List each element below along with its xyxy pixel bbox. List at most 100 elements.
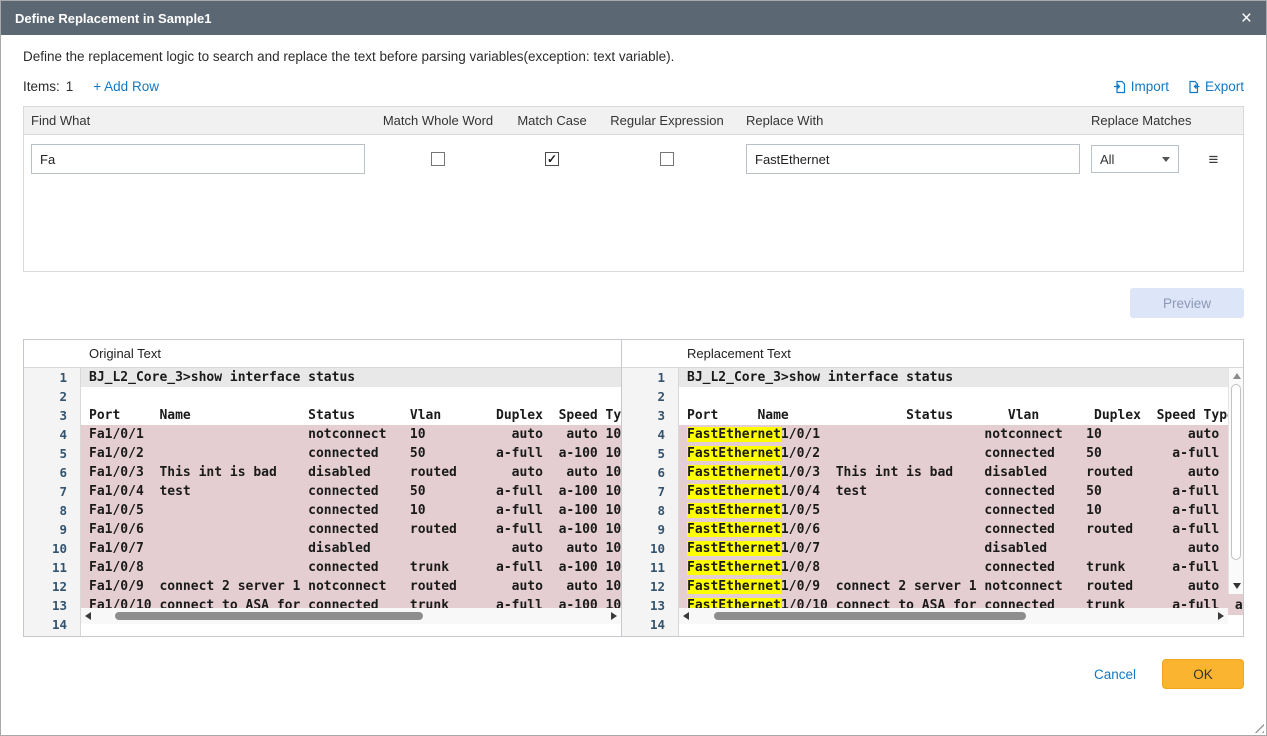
code-line: FastEthernet1/0/1 notconnect 10 auto aut… xyxy=(679,425,1243,444)
replacement-code: BJ_L2_Core_3>show interface status Port N… xyxy=(679,368,1243,636)
header-replace-matches: Replace Matches xyxy=(1084,113,1184,128)
replacement-text-title: Replacement Text xyxy=(622,340,1243,368)
cancel-button[interactable]: Cancel xyxy=(1094,667,1136,682)
line-number: 1 xyxy=(24,368,80,387)
line-number: 8 xyxy=(622,501,678,520)
items-count: 1 xyxy=(66,79,74,94)
import-button[interactable]: Import xyxy=(1113,79,1169,94)
line-number: 2 xyxy=(24,387,80,406)
export-icon xyxy=(1187,80,1201,94)
header-match-whole-word: Match Whole Word xyxy=(376,113,500,128)
close-icon[interactable]: × xyxy=(1241,9,1252,28)
line-number: 9 xyxy=(24,520,80,539)
export-button[interactable]: Export xyxy=(1187,79,1244,94)
original-text-panel: Original Text 1234567891011121314 BJ_L2_… xyxy=(24,340,622,636)
replaced-text-highlight: FastEthernet xyxy=(687,503,781,518)
code-line: BJ_L2_Core_3>show interface status xyxy=(679,368,1243,387)
code-line: FastEthernet1/0/4 test connected 50 a-fu… xyxy=(679,482,1243,501)
code-line: Fa1/0/5 connected 10 a-full a-100 10/100… xyxy=(81,501,621,520)
code-line: Port Name Status Vlan Duplex Speed Type xyxy=(679,406,1243,425)
original-horizontal-scrollbar xyxy=(81,608,621,624)
replacement-text-panel: Replacement Text 1234567891011121314 BJ_… xyxy=(622,340,1243,636)
rule-row: ✓ All ≡ xyxy=(24,135,1243,174)
line-number: 10 xyxy=(622,539,678,558)
items-label: Items: xyxy=(23,79,60,94)
code-line: Fa1/0/6 connected routed a-full a-100 10… xyxy=(81,520,621,539)
line-number: 3 xyxy=(622,406,678,425)
replaced-text-highlight: FastEthernet xyxy=(687,484,781,499)
header-replace-with: Replace With xyxy=(730,113,1084,128)
header-find-what: Find What xyxy=(24,113,376,128)
code-line: Fa1/0/4 test connected 50 a-full a-100 1… xyxy=(81,482,621,501)
replacement-text-body: 1234567891011121314 BJ_L2_Core_3>show in… xyxy=(622,368,1243,636)
import-icon xyxy=(1113,80,1127,94)
import-export-group: Import Export xyxy=(1113,79,1244,94)
line-number: 5 xyxy=(622,444,678,463)
scroll-up-icon[interactable] xyxy=(1229,370,1243,382)
match-whole-word-checkbox[interactable] xyxy=(431,152,445,166)
scrollbar-thumb[interactable] xyxy=(714,612,1027,620)
replacement-rule-table: Find What Match Whole Word Match Case Re… xyxy=(23,106,1244,272)
export-label: Export xyxy=(1205,79,1244,94)
replaced-text-highlight: FastEthernet xyxy=(687,579,781,594)
line-number: 2 xyxy=(622,387,678,406)
add-row-button[interactable]: + Add Row xyxy=(93,79,159,94)
dialog-footer: Cancel OK xyxy=(23,659,1244,689)
line-number: 4 xyxy=(622,425,678,444)
define-replacement-dialog: Define Replacement in Sample1 × Define t… xyxy=(0,0,1267,736)
original-text-body: 1234567891011121314 BJ_L2_Core_3>show in… xyxy=(24,368,621,636)
line-number: 9 xyxy=(622,520,678,539)
scroll-right-icon[interactable] xyxy=(1214,608,1228,624)
code-line: Fa1/0/9 connect 2 server 1 notconnect ro… xyxy=(81,577,621,596)
line-number: 5 xyxy=(24,444,80,463)
replace-with-input[interactable] xyxy=(746,144,1080,174)
line-number: 12 xyxy=(24,577,80,596)
resize-handle[interactable] xyxy=(1252,721,1264,733)
code-line: FastEthernet1/0/8 connected trunk a-full… xyxy=(679,558,1243,577)
toolbar: Items: 1 + Add Row Import Export xyxy=(23,79,1244,94)
scrollbar-thumb[interactable] xyxy=(115,612,422,620)
dialog-content: Define the replacement logic to search a… xyxy=(1,49,1266,689)
chevron-down-icon xyxy=(1162,157,1170,162)
ok-button[interactable]: OK xyxy=(1162,659,1244,689)
scrollbar-thumb[interactable] xyxy=(1231,384,1241,560)
preview-button[interactable]: Preview xyxy=(1130,288,1244,318)
code-line xyxy=(679,387,1243,406)
code-line: FastEthernet1/0/6 connected routed a-ful… xyxy=(679,520,1243,539)
replaced-text-highlight: FastEthernet xyxy=(687,465,781,480)
line-number: 12 xyxy=(622,577,678,596)
replacement-line-numbers: 1234567891011121314 xyxy=(622,368,679,636)
replace-matches-value: All xyxy=(1100,152,1114,167)
find-what-input[interactable] xyxy=(31,144,365,174)
dialog-description: Define the replacement logic to search a… xyxy=(23,49,1244,64)
code-line: Fa1/0/2 connected 50 a-full a-100 10/100… xyxy=(81,444,621,463)
line-number: 8 xyxy=(24,501,80,520)
line-number: 13 xyxy=(24,596,80,615)
replaced-text-highlight: FastEthernet xyxy=(687,522,781,537)
scroll-down-icon[interactable] xyxy=(1229,580,1243,592)
line-number: 11 xyxy=(622,558,678,577)
code-line: Fa1/0/7 disabled auto auto 10/100BaseTX xyxy=(81,539,621,558)
line-number: 13 xyxy=(622,596,678,615)
line-number: 1 xyxy=(622,368,678,387)
scrollbar-track xyxy=(693,608,1214,624)
line-number: 11 xyxy=(24,558,80,577)
line-number: 7 xyxy=(24,482,80,501)
match-case-checkbox[interactable]: ✓ xyxy=(545,152,559,166)
scrollbar-track xyxy=(95,608,607,624)
scroll-right-icon[interactable] xyxy=(607,608,621,624)
original-line-numbers: 1234567891011121314 xyxy=(24,368,81,636)
scroll-left-icon[interactable] xyxy=(81,608,95,624)
header-match-case: Match Case xyxy=(500,113,604,128)
replacement-horizontal-scrollbar xyxy=(679,608,1228,624)
text-compare: Original Text 1234567891011121314 BJ_L2_… xyxy=(23,339,1244,637)
regular-expression-checkbox[interactable] xyxy=(660,152,674,166)
replace-matches-select[interactable]: All xyxy=(1091,145,1179,173)
line-number: 14 xyxy=(622,615,678,634)
code-line: Fa1/0/1 notconnect 10 auto auto 10/100Ba… xyxy=(81,425,621,444)
original-text-title: Original Text xyxy=(24,340,621,368)
rule-table-header: Find What Match Whole Word Match Case Re… xyxy=(24,107,1243,135)
scroll-left-icon[interactable] xyxy=(679,608,693,624)
row-menu-icon[interactable]: ≡ xyxy=(1209,153,1219,167)
line-number: 6 xyxy=(622,463,678,482)
